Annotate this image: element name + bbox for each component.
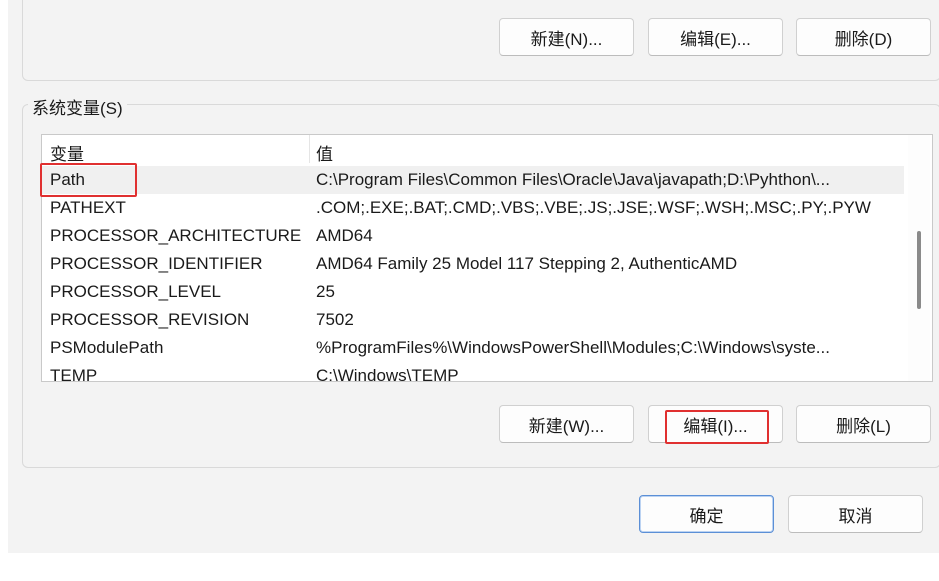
row-variable-name: PATHEXT [50,198,126,217]
scrollbar-thumb[interactable] [917,231,921,309]
table-row[interactable]: PROCESSOR_ARCHITECTURE AMD64 [42,222,904,250]
column-header-variable[interactable]: 变量 [50,140,84,165]
list-rows: Path C:\Program Files\Common Files\Oracl… [42,166,904,382]
table-row[interactable]: Path C:\Program Files\Common Files\Oracl… [42,166,904,194]
row-variable-name: PROCESSOR_REVISION [50,310,250,329]
table-row[interactable]: PATHEXT .COM;.EXE;.BAT;.CMD;.VBS;.VBE;.J… [42,194,904,222]
system-new-button[interactable]: 新建(W)... [499,405,634,443]
row-variable-value: 25 [316,282,335,301]
row-variable-name: PSModulePath [50,338,164,357]
vertical-scrollbar[interactable] [908,135,930,381]
list-header: 变量 值 [42,135,904,165]
column-header-value[interactable]: 值 [316,140,333,165]
table-row[interactable]: PSModulePath %ProgramFiles%\WindowsPower… [42,334,904,362]
row-variable-name: TEMP [50,366,98,382]
user-new-button[interactable]: 新建(N)... [499,18,634,56]
table-row[interactable]: TEMP C:\Windows\TEMP [42,362,904,382]
ok-button[interactable]: 确定 [639,495,774,533]
row-variable-value: C:\Program Files\Common Files\Oracle\Jav… [316,170,830,189]
row-variable-value: AMD64 [316,226,373,245]
table-row[interactable]: PROCESSOR_IDENTIFIER AMD64 Family 25 Mod… [42,250,904,278]
system-variables-list[interactable]: 变量 值 Path C:\Program Files\Common Files\… [41,134,933,382]
row-variable-name: PROCESSOR_LEVEL [50,282,222,301]
row-variable-value: .COM;.EXE;.BAT;.CMD;.VBS;.VBE;.JS;.JSE;.… [316,198,871,217]
row-variable-name: Path [50,170,85,189]
system-edit-button[interactable]: 编辑(I)... [648,405,783,443]
system-variables-label: 系统变量(S) [28,94,127,119]
column-divider[interactable] [309,135,310,163]
row-variable-name: PROCESSOR_IDENTIFIER [50,254,263,273]
cancel-button[interactable]: 取消 [788,495,923,533]
user-edit-button[interactable]: 编辑(E)... [648,18,783,56]
system-delete-button[interactable]: 删除(L) [796,405,931,443]
row-variable-value: AMD64 Family 25 Model 117 Stepping 2, Au… [316,254,738,273]
table-row[interactable]: PROCESSOR_LEVEL 25 [42,278,904,306]
user-delete-button[interactable]: 删除(D) [796,18,931,56]
row-variable-value: 7502 [316,310,354,329]
row-variable-value: %ProgramFiles%\WindowsPowerShell\Modules… [316,338,830,357]
row-variable-name: PROCESSOR_ARCHITECTURE [50,226,302,245]
row-variable-value: C:\Windows\TEMP [316,366,459,382]
table-row[interactable]: PROCESSOR_REVISION 7502 [42,306,904,334]
